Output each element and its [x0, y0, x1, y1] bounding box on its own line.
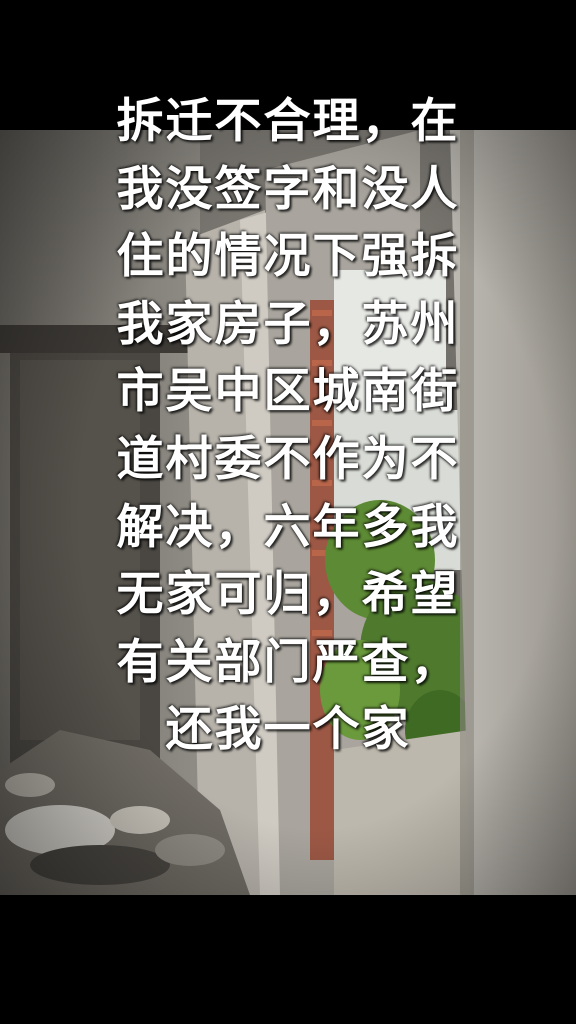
- caption-line-6: 道村委不作为不: [116, 431, 460, 487]
- caption-line-10: 还我一个家: [165, 702, 411, 758]
- caption-line-1: 拆迁不合理，在: [116, 94, 460, 149]
- overlay-caption: 拆迁不合理，在 我没签字和没人 住的情况下强拆 我家房子，苏州 市吴中区城南街 …: [0, 88, 576, 764]
- caption-line-3: 住的情况下强拆: [116, 229, 460, 285]
- caption-line-2: 我没签字和没人: [116, 161, 460, 217]
- caption-line-8: 无家可归，希望: [116, 567, 460, 623]
- caption-line-9: 有关部门严查，: [116, 634, 460, 690]
- caption-line-4: 我家房子，苏州: [116, 296, 460, 352]
- caption-line-5: 市吴中区城南街: [116, 364, 460, 420]
- bottom-letterbox: [0, 895, 576, 1024]
- caption-line-7: 解决，六年多我: [116, 499, 460, 555]
